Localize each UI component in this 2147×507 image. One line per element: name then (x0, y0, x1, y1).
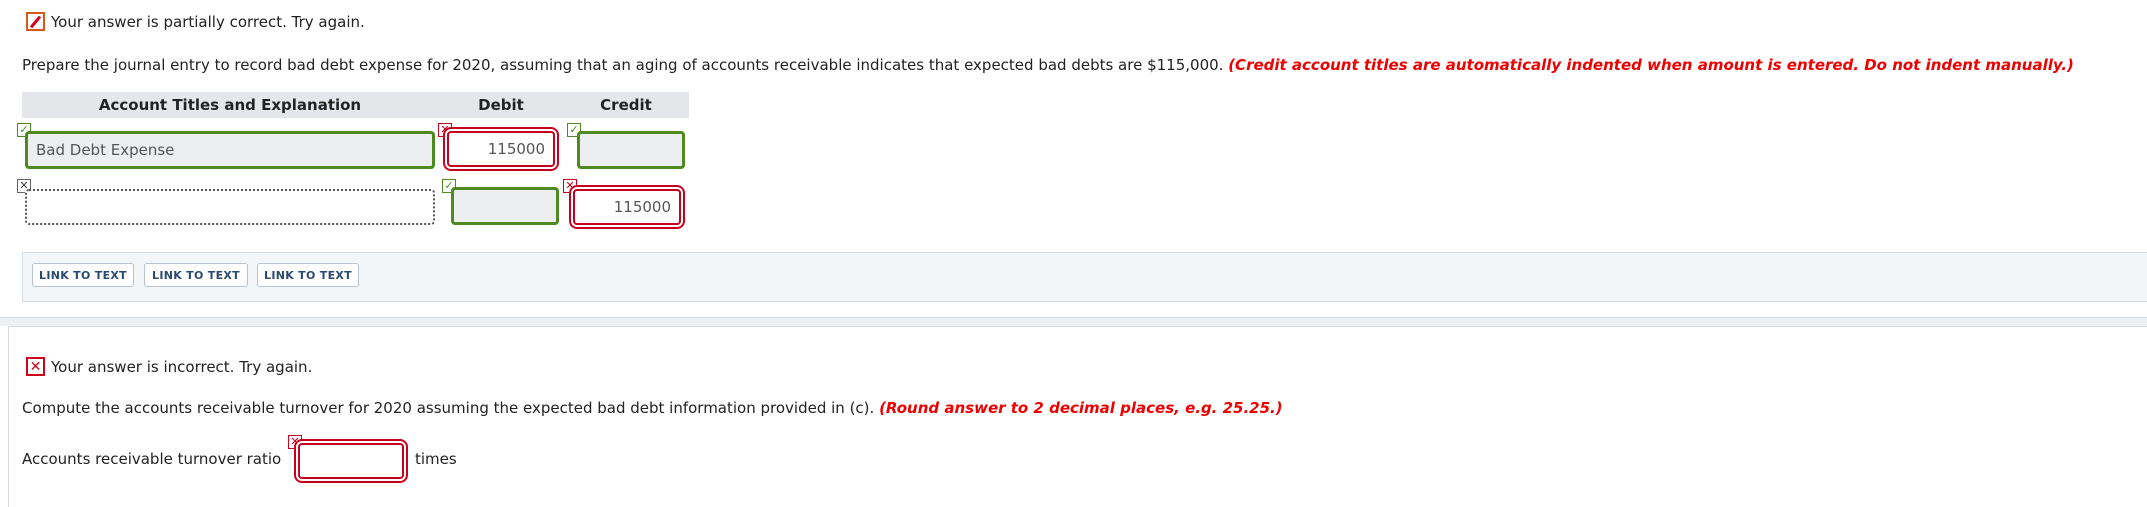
pencil-icon (26, 12, 45, 31)
question-prompt: Compute the accounts receivable turnover… (22, 399, 2122, 417)
account-value: Bad Debt Expense (36, 141, 175, 159)
turnover-label: Accounts receivable turnover ratio (22, 450, 282, 468)
debit-value: 115000 (487, 140, 545, 158)
header-account: Account Titles and Explanation (98, 96, 362, 114)
link-label: LINK TO TEXT (264, 268, 352, 282)
credit-field-row-1[interactable] (577, 131, 685, 169)
status-text: Your answer is partially correct. Try ag… (51, 12, 365, 31)
link-to-text-button[interactable]: LINK TO TEXT (32, 263, 134, 287)
prompt-text: Compute the accounts receivable turnover… (22, 399, 875, 417)
question-prompt: Prepare the journal entry to record bad … (22, 56, 2122, 74)
debit-field-row-1[interactable]: 115000 (447, 131, 555, 167)
status-partial: Your answer is partially correct. Try ag… (26, 12, 365, 31)
debit-field-row-2[interactable] (451, 187, 559, 225)
link-label: LINK TO TEXT (39, 268, 127, 282)
status-incorrect: ✕ Your answer is incorrect. Try again. (26, 357, 312, 376)
credit-value: 115000 (613, 198, 671, 216)
link-label: LINK TO TEXT (152, 268, 240, 282)
journal-table-header: Account Titles and Explanation Debit Cre… (22, 92, 689, 118)
header-credit: Credit (600, 96, 652, 114)
prompt-text: Prepare the journal entry to record bad … (22, 56, 1224, 74)
turnover-ratio-input[interactable] (298, 443, 404, 479)
link-to-text-button[interactable]: LINK TO TEXT (257, 263, 359, 287)
x-icon: ✕ (26, 357, 45, 376)
link-to-text-button[interactable]: LINK TO TEXT (144, 263, 248, 287)
unit-label: times (415, 450, 457, 468)
header-debit: Debit (478, 96, 524, 114)
status-text: Your answer is incorrect. Try again. (51, 357, 313, 376)
account-field-row-2[interactable] (25, 189, 435, 225)
link-bar: LINK TO TEXT LINK TO TEXT LINK TO TEXT (22, 252, 2147, 302)
account-field-row-1[interactable]: Bad Debt Expense (25, 131, 435, 169)
credit-field-row-2[interactable]: 115000 (573, 189, 681, 225)
prompt-note: (Round answer to 2 decimal places, e.g. … (879, 399, 1283, 417)
panel-divider (0, 318, 2147, 326)
prompt-note: (Credit account titles are automatically… (1228, 56, 2074, 74)
